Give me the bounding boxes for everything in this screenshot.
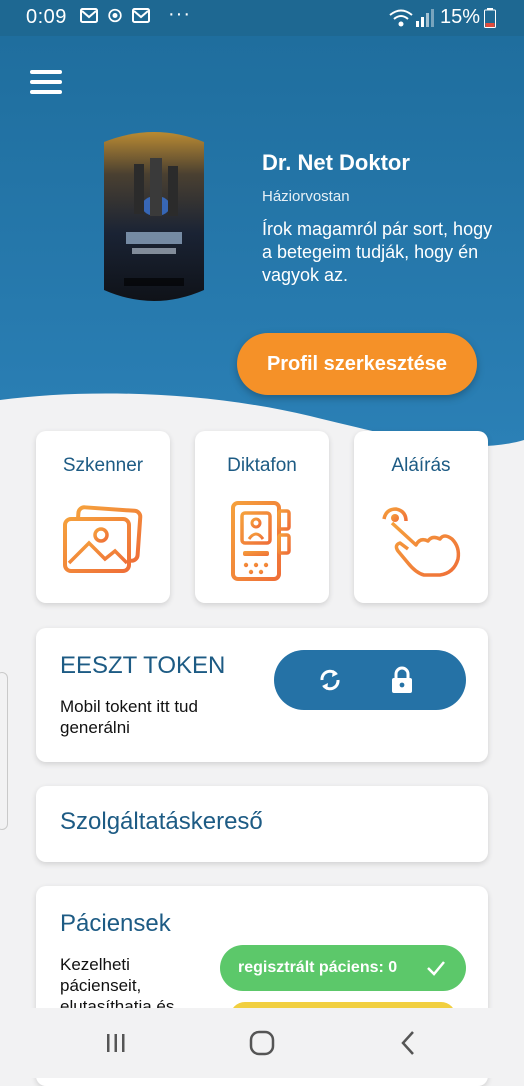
check-icon <box>427 961 445 976</box>
doctor-name: Dr. Net Doktor <box>262 150 410 175</box>
signature-tile[interactable]: Aláírás <box>354 431 488 603</box>
system-navigation-bar <box>0 1008 524 1078</box>
patients-title: Páciensek <box>60 910 171 937</box>
image-gallery-icon <box>63 505 143 573</box>
edge-panel-handle[interactable] <box>0 672 8 830</box>
recent-apps-icon[interactable] <box>101 1028 131 1058</box>
sync-app-icon <box>108 8 122 23</box>
lock-icon[interactable] <box>386 664 418 696</box>
registered-patients-label: regisztrált páciens: 0 <box>238 959 398 976</box>
status-time: 0:09 <box>26 6 67 28</box>
gmail-icon <box>132 8 150 23</box>
gmail-icon <box>80 8 98 23</box>
home-icon[interactable] <box>247 1028 277 1058</box>
token-title: EESZT TOKEN <box>60 652 226 679</box>
back-icon[interactable] <box>394 1028 424 1058</box>
dictaphone-label: Diktafon <box>227 455 297 476</box>
scanner-label: Szkenner <box>62 455 144 476</box>
refresh-icon[interactable] <box>314 664 346 696</box>
scanner-tile[interactable]: Szkenner <box>36 431 170 603</box>
battery-icon <box>484 8 496 28</box>
wifi-icon <box>389 9 413 27</box>
dictaphone-tile[interactable]: Diktafon <box>195 431 329 603</box>
doctor-about: Írok magamról pár sort, hogy a betegeim … <box>262 219 493 285</box>
service-search-card[interactable]: Szolgáltatáskereső <box>36 786 488 862</box>
signature-label: Aláírás <box>391 455 451 476</box>
status-bar: 0:09 ··· 15% <box>0 0 524 36</box>
registered-patients-badge[interactable]: regisztrált páciens: 0 <box>220 945 466 991</box>
hand-tap-icon <box>382 507 461 577</box>
service-search-label: Szolgáltatáskereső <box>60 808 263 835</box>
doctor-specialty: Háziorvostan <box>262 188 350 205</box>
token-description: Mobil tokent itt tud generálni <box>60 697 198 737</box>
battery-percent: 15% <box>440 6 481 28</box>
token-actions <box>274 650 466 710</box>
more-notifications: ··· <box>168 3 191 25</box>
voice-recorder-icon <box>231 501 291 581</box>
edit-profile-button[interactable]: Profil szerkesztése <box>237 333 477 395</box>
signal-icon <box>416 9 434 27</box>
profile-picture <box>104 132 204 301</box>
hamburger-menu-button[interactable] <box>28 66 68 98</box>
